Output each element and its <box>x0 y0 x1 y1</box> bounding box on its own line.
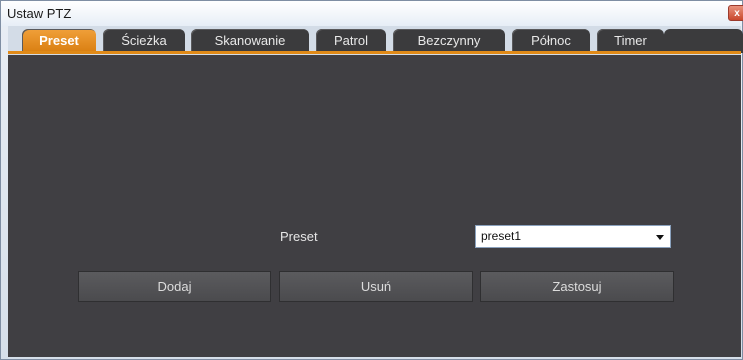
tab-preset[interactable]: Preset <box>22 29 96 53</box>
tab-idle[interactable]: Bezczynny <box>393 29 505 53</box>
close-icon[interactable]: x <box>728 5 743 21</box>
window-title: Ustaw PTZ <box>7 6 72 21</box>
title-bar[interactable]: Ustaw PTZ x <box>1 1 743 27</box>
chevron-down-icon <box>656 235 664 240</box>
tab-midnight[interactable]: Północ <box>512 29 590 53</box>
delete-button[interactable]: Usuń <box>279 271 473 302</box>
apply-button[interactable]: Zastosuj <box>480 271 674 302</box>
preset-select-value: preset1 <box>481 229 522 243</box>
tab-underline <box>8 51 741 54</box>
content-panel <box>8 26 741 357</box>
tab-path[interactable]: Ścieżka <box>103 29 185 53</box>
tab-timer[interactable]: Timer <box>597 29 664 53</box>
add-button[interactable]: Dodaj <box>78 271 271 302</box>
preset-label: Preset <box>280 229 318 244</box>
tab-scan[interactable]: Skanowanie <box>191 29 309 53</box>
tab-patrol[interactable]: Patrol <box>316 29 386 53</box>
tab-strip-filler <box>664 29 743 53</box>
preset-select[interactable]: preset1 <box>475 225 671 248</box>
